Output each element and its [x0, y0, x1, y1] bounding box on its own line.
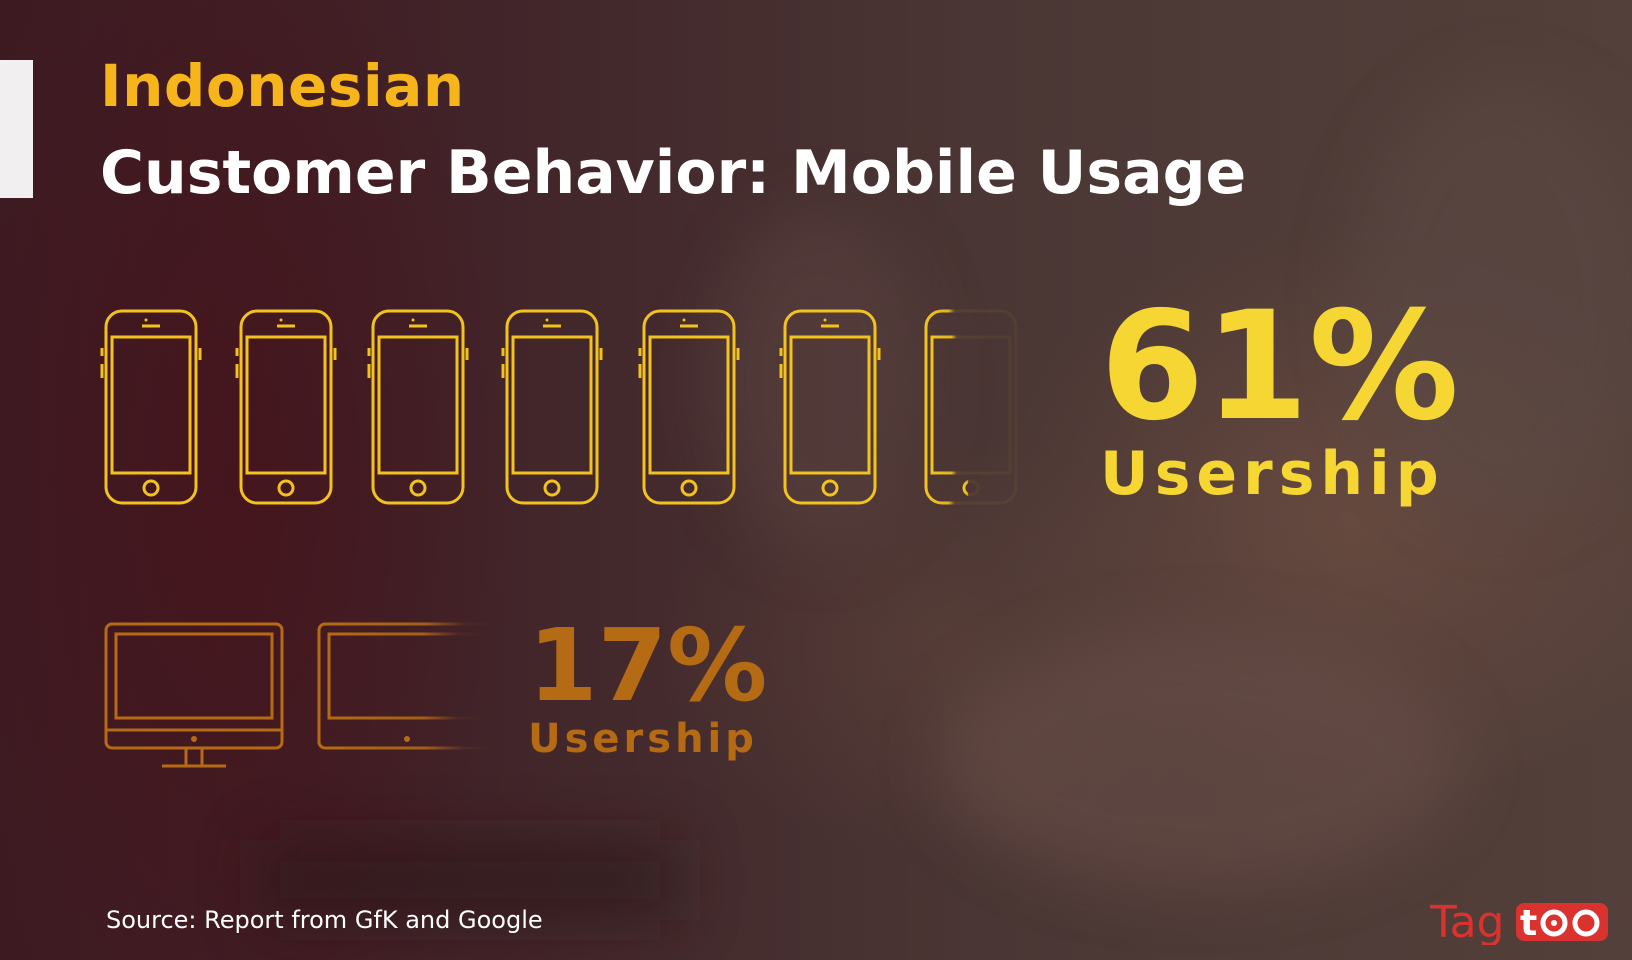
svg-text:Tag: Tag	[1430, 897, 1505, 945]
mobile-icons	[100, 308, 1040, 518]
smartphone-icon-partial	[920, 308, 1024, 510]
monitor-icon	[100, 620, 290, 770]
accent-bar	[0, 60, 33, 198]
source-citation: Source: Report from GfK and Google	[106, 906, 543, 934]
smartphone-icon	[235, 308, 339, 510]
mobile-percent: 61%	[1100, 280, 1460, 454]
mobile-label: Usership	[1100, 439, 1445, 509]
desktop-percent: 17%	[528, 607, 768, 724]
svg-text:t: t	[1520, 903, 1537, 944]
smartphone-icon	[779, 308, 883, 510]
desktop-stat: 17% Usership	[528, 607, 768, 763]
smartphone-icon	[638, 308, 742, 510]
monitor-icon-partial	[313, 620, 503, 770]
smartphone-icon	[501, 308, 605, 510]
desktop-icons	[100, 620, 520, 770]
mobile-stat: 61% Usership	[1100, 280, 1460, 509]
tagtoo-logo: Tag t	[1430, 897, 1608, 945]
slide: Indonesian Customer Behavior: Mobile Usa…	[0, 0, 1632, 960]
desktop-label: Usership	[528, 716, 758, 762]
smartphone-icon	[367, 308, 471, 510]
page-title: Customer Behavior: Mobile Usage	[100, 138, 1247, 208]
smartphone-icon	[100, 308, 204, 510]
title-indonesian: Indonesian	[100, 52, 465, 120]
